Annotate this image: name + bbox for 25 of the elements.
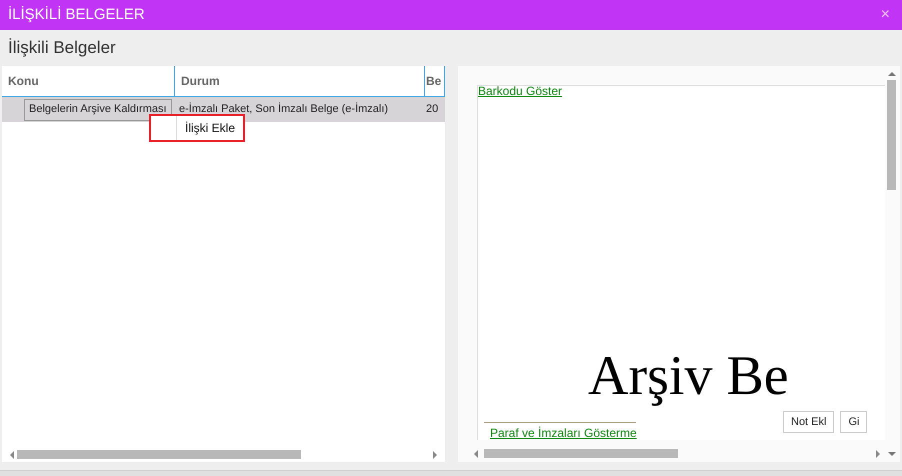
barcode-link[interactable]: Barkodu Göster [478,86,562,100]
scroll-right-icon[interactable] [433,450,437,458]
window-title: İLİŞKİLİ BELGELER [8,4,145,25]
signatures-link[interactable]: Paraf ve İmzaları Gösterme [490,424,637,440]
action-button[interactable]: Not Ekl [783,411,834,433]
column-header[interactable]: Konu [2,66,175,96]
column-header[interactable]: Durum [175,66,425,96]
column-header[interactable]: Be [425,66,445,96]
scroll-up-icon[interactable] [888,72,896,76]
table-row[interactable]: Belgelerin Arşive Kaldırması e-İmzalı Paket, Son İmzalı Belge (e-İmzalı) 20 [2,97,445,122]
vertical-scrollbar[interactable] [887,72,896,456]
scrollbar-thumb[interactable] [17,450,301,459]
scroll-left-icon[interactable] [474,450,478,458]
scrollbar-thumb[interactable] [887,80,896,190]
scroll-down-icon[interactable] [888,452,896,456]
page-heading: İlişkili Belgeler [8,37,116,60]
horizontal-scrollbar[interactable] [474,449,880,458]
scroll-right-icon[interactable] [876,450,880,458]
action-button[interactable]: Gi [840,411,868,433]
table-cell-text: e-İmzalı Paket, Son İmzalı Belge (e-İmzalı) [178,102,388,118]
stamp-text: Arşiv Be [588,348,789,404]
table-cell-text: 20 [425,102,438,118]
table-cell: Belgelerin Arşive Kaldırması [24,98,172,120]
scrollbar-thumb[interactable] [484,449,678,458]
horizontal-scrollbar[interactable] [10,450,437,459]
